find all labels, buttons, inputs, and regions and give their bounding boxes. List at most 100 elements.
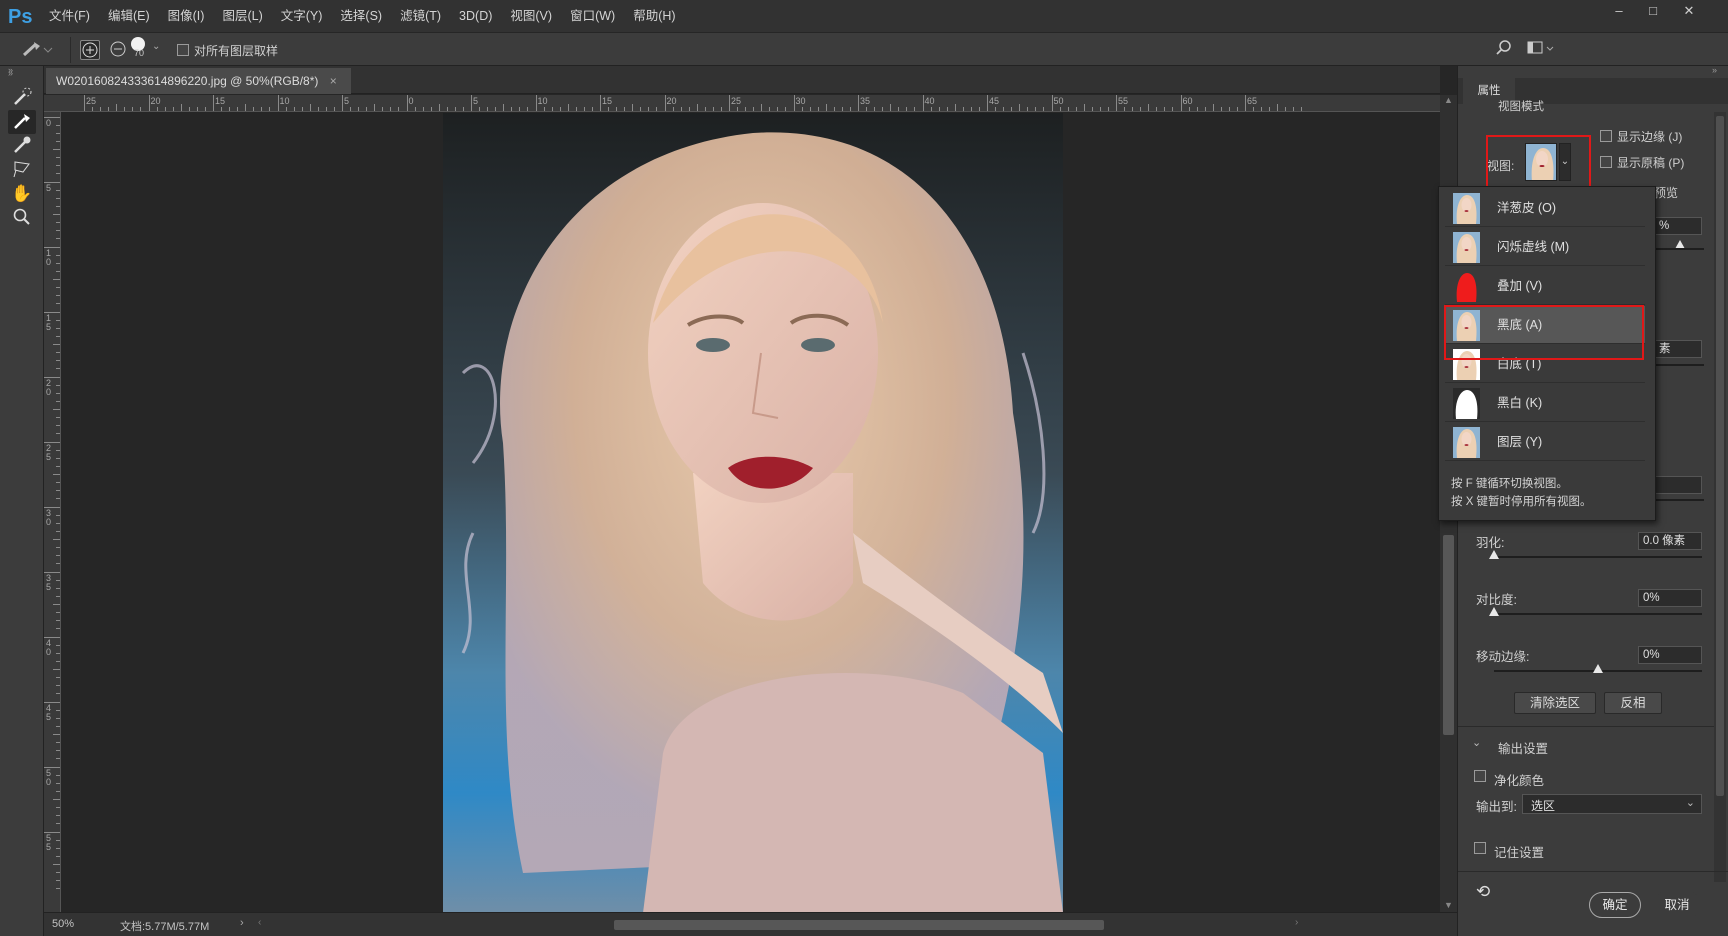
menu-item[interactable]: 选择(S) (331, 0, 391, 33)
scroll-left-icon[interactable]: ‹ (258, 917, 261, 928)
radius-slider[interactable] (1654, 248, 1704, 250)
menu-item[interactable]: 窗口(W) (561, 0, 624, 33)
view-option[interactable]: 叠加 (V) (1445, 267, 1645, 305)
ruler-tick-label: 10 (279, 96, 290, 106)
collapse-panel-icon[interactable]: » (1712, 65, 1717, 75)
search-icon[interactable] (1494, 39, 1514, 59)
menu-item[interactable]: 滤镜(T) (391, 0, 450, 33)
feather-slider[interactable] (1494, 556, 1702, 558)
panel-scrollbar[interactable] (1714, 112, 1726, 882)
ruler-tick-label: 15 (215, 96, 226, 106)
view-option-label: 闪烁虚线 (M) (1497, 240, 1570, 254)
view-option[interactable]: 闪烁虚线 (M) (1445, 228, 1645, 266)
sample-all-layers-checkbox[interactable] (177, 44, 189, 59)
collapse-panels-icon[interactable]: » (8, 68, 13, 78)
maximize-icon[interactable]: □ (1638, 2, 1668, 20)
lasso-tool-icon[interactable] (8, 158, 36, 182)
output-settings-chevron-icon[interactable]: ⌄ (1472, 736, 1481, 749)
view-highlight-box (1486, 135, 1591, 192)
decontaminate-checkbox[interactable] (1474, 770, 1486, 785)
view-option-label: 洋葱皮 (O) (1497, 201, 1557, 215)
shrink-brush-icon[interactable] (108, 40, 128, 60)
document-tab-bar: » W020160824333614896220.jpg @ 50%(RGB/8… (8, 66, 1440, 94)
radius-field[interactable]: % (1654, 217, 1702, 235)
canvas-area[interactable] (62, 112, 1440, 912)
ruler-tick-label: 15 (602, 96, 613, 106)
menu-item[interactable]: 文件(F) (40, 0, 99, 33)
view-option-label: 图层 (Y) (1497, 435, 1543, 449)
zoom-level[interactable]: 50% (52, 918, 74, 930)
minimize-icon[interactable]: – (1604, 2, 1634, 20)
hidden-slider[interactable] (1654, 499, 1704, 501)
scroll-right-icon[interactable]: › (1295, 917, 1298, 928)
view-option[interactable]: 黑白 (K) (1445, 384, 1645, 422)
horizontal-ruler: 25 20 15 10 5 0 5 10 15 20 25 30 35 40 45 50 55 60 65 (44, 95, 1440, 112)
view-hint-text: 按 X 键暂时停用所有视图。 (1451, 496, 1592, 508)
ruler-tick-label: 20 (666, 96, 677, 106)
horizontal-scroll-thumb[interactable] (614, 920, 1104, 930)
photoshop-logo: Ps (8, 6, 33, 28)
smooth-field[interactable]: 素 (1654, 340, 1702, 358)
hidden-field[interactable] (1654, 476, 1702, 494)
ruler-tick-label: 45 (46, 703, 52, 722)
output-to-select[interactable]: 选区 ⌄ (1522, 794, 1702, 814)
expand-brush-icon[interactable] (80, 40, 100, 60)
document-tab[interactable]: W020160824333614896220.jpg @ 50%(RGB/8*)… (46, 68, 351, 94)
reset-icon[interactable]: ⟲ (1476, 880, 1500, 904)
close-tab-icon[interactable]: × (330, 74, 337, 88)
menu-item[interactable]: 文字(Y) (272, 0, 332, 33)
clear-selection-button[interactable]: 清除选区 (1514, 692, 1596, 714)
hand-tool-icon[interactable]: ✋ (8, 182, 36, 206)
contrast-field[interactable]: 0% (1638, 589, 1702, 607)
menu-item[interactable]: 图层(L) (213, 0, 271, 33)
menu-item[interactable]: 编辑(E) (99, 0, 159, 33)
view-option-thumbnail (1453, 232, 1480, 263)
shift-edge-field[interactable]: 0% (1638, 646, 1702, 664)
cancel-button[interactable]: 取消 (1651, 892, 1703, 918)
show-edge-checkbox[interactable] (1600, 130, 1612, 145)
view-option[interactable]: 洋葱皮 (O) (1445, 189, 1645, 227)
feather-slider-knob[interactable] (1489, 550, 1499, 559)
menu-item[interactable]: 3D(D) (450, 0, 501, 33)
menu-item[interactable]: 帮助(H) (624, 0, 684, 33)
invert-button[interactable]: 反相 (1604, 692, 1662, 714)
scroll-up-icon[interactable]: ▲ (1444, 95, 1453, 105)
quick-selection-tool-icon[interactable] (8, 86, 36, 110)
brush-tool-icon[interactable] (8, 134, 36, 158)
panel-scroll-thumb[interactable] (1716, 116, 1724, 796)
contrast-slider[interactable] (1494, 613, 1702, 615)
output-settings-heading: 输出设置 (1498, 742, 1549, 756)
status-menu-arrow-icon[interactable]: › (240, 917, 244, 929)
show-original-checkbox[interactable] (1600, 156, 1612, 171)
contrast-label: 对比度: (1476, 593, 1517, 607)
smooth-slider[interactable] (1654, 364, 1704, 366)
remember-settings-checkbox[interactable] (1474, 842, 1486, 857)
tools-panel: » ✋ (0, 65, 44, 936)
feather-field[interactable]: 0.0 像素 (1638, 532, 1702, 550)
remember-settings-label: 记住设置 (1494, 846, 1545, 860)
options-bar: 70 ⌄ 对所有图层取样 (0, 33, 1728, 66)
ruler-tick-label: 25 (86, 96, 97, 106)
menu-item[interactable]: 图像(I) (159, 0, 214, 33)
refine-radius-tool-icon[interactable] (8, 110, 36, 134)
menu-item[interactable]: 视图(V) (501, 0, 561, 33)
ok-button[interactable]: 确定 (1589, 892, 1641, 918)
output-to-label: 输出到: (1476, 800, 1517, 814)
view-option-thumbnail (1453, 427, 1480, 458)
contrast-slider-knob[interactable] (1489, 607, 1499, 616)
ruler-tick-label: 20 (150, 96, 161, 106)
scroll-down-icon[interactable]: ▼ (1444, 900, 1453, 910)
ruler-tick-label: 55 (46, 833, 52, 852)
workspace-switcher-icon[interactable] (1526, 39, 1556, 59)
close-window-icon[interactable]: ✕ (1674, 2, 1704, 20)
output-to-value: 选区 (1531, 799, 1556, 813)
selected-view-highlight-box (1444, 305, 1644, 360)
decontaminate-label: 净化颜色 (1494, 774, 1545, 788)
vertical-scroll-thumb[interactable] (1443, 535, 1454, 735)
zoom-tool-icon[interactable] (8, 206, 36, 230)
refine-brush-tool-icon[interactable] (14, 38, 54, 60)
view-option[interactable]: 图层 (Y) (1445, 423, 1645, 461)
shift-edge-slider-knob[interactable] (1593, 664, 1603, 673)
document-title: W020160824333614896220.jpg @ 50%(RGB/8*) (56, 74, 319, 88)
brush-dropdown-chevron-icon[interactable]: ⌄ (152, 41, 160, 52)
